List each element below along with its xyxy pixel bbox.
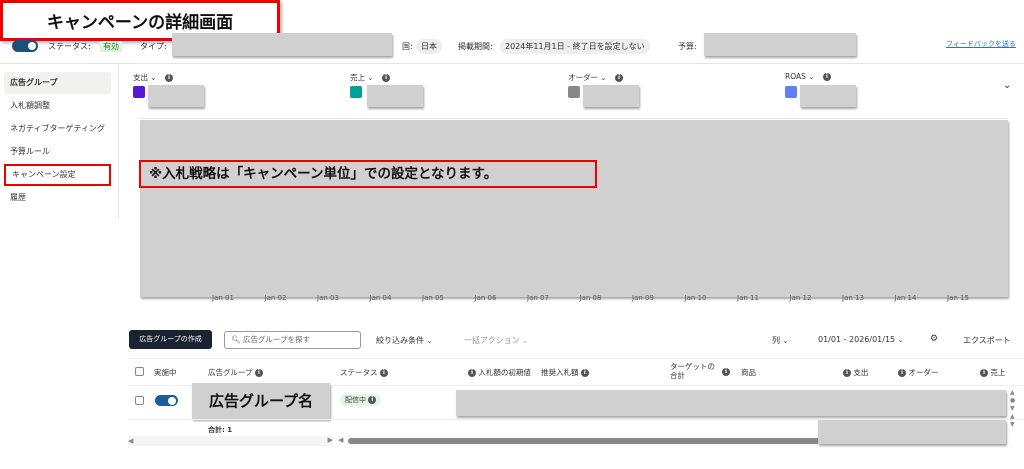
metric-sales[interactable]: 売上 ⌄ i <box>350 72 423 107</box>
vertical-scrollbar[interactable]: ▲ ● ▼ ▲ ▼ <box>1010 389 1015 429</box>
header-sales[interactable]: i 売上 <box>980 367 1005 378</box>
chevron-down-icon: ⌄ <box>808 73 815 81</box>
gear-icon[interactable]: ⚙ <box>930 334 938 344</box>
sidebar-item-history[interactable]: 履歴 <box>4 187 111 209</box>
sidebar-item-bid-adjustment[interactable]: 入札額調整 <box>4 95 111 117</box>
feedback-link[interactable]: フィードバックを送る <box>946 39 1016 49</box>
metric-orders[interactable]: オーダー ⌄ i <box>568 72 639 107</box>
bulk-action-dropdown[interactable]: 一括アクション ⌄ <box>464 335 528 346</box>
collapse-chevron-icon[interactable]: ⌄ <box>1003 80 1011 91</box>
period-label: 掲載期間: <box>458 42 493 51</box>
sidebar-item-negative-targeting[interactable]: ネガティブターゲティング <box>4 118 111 140</box>
chart-annotation: ※入札戦略は「キャンペーン単位」での設定となります。 <box>139 160 597 188</box>
header-initial-bid[interactable]: i 入札額の初期値 <box>468 367 531 378</box>
budget-label: 予算: <box>678 42 697 51</box>
x-tick-label: Jan 08 <box>579 294 602 302</box>
columns-dropdown[interactable]: 列 ⌄ <box>772 335 788 346</box>
x-tick-label: Jan 09 <box>632 294 654 302</box>
header-enabled[interactable]: 実施中 <box>154 367 177 378</box>
campaign-toggle[interactable] <box>12 40 38 52</box>
info-icon: i <box>164 73 173 82</box>
metric-roas[interactable]: ROAS ⌄ i <box>785 72 856 107</box>
x-tick-label: Jan 13 <box>842 294 864 302</box>
header-ad-group[interactable]: 広告グループ i <box>208 367 263 378</box>
status-badge: 有効 <box>100 41 122 52</box>
total-count: 合計: 1 <box>208 426 233 434</box>
header-spend[interactable]: i 支出 <box>843 367 868 378</box>
chart-area <box>140 120 1008 297</box>
header-products[interactable]: 商品 <box>741 367 756 378</box>
x-tick-label: Jan 01 <box>212 294 234 302</box>
metric-spend[interactable]: 支出 ⌄ i <box>133 72 204 107</box>
country-value: 日本 <box>416 39 442 54</box>
left-scrollbar[interactable]: ◀ ▶ <box>128 436 333 446</box>
info-icon: i <box>614 73 623 82</box>
search-input[interactable]: 🔍︎ 広告グループを探す <box>224 331 361 349</box>
info-icon: i <box>822 72 831 81</box>
x-tick-label: Jan 06 <box>474 294 497 302</box>
chevron-down-icon: ⌄ <box>150 74 157 82</box>
x-tick-label: Jan 07 <box>527 294 549 302</box>
ad-group-name[interactable]: 広告グループ名 <box>192 383 330 419</box>
status-label: ステータス: <box>48 42 91 51</box>
header-targets-total[interactable]: ターゲットの合計 <box>670 362 718 380</box>
type-label: タイプ: <box>140 42 167 51</box>
country-label: 国: <box>402 42 413 51</box>
info-icon: i <box>381 73 390 82</box>
x-tick-label: Jan 05 <box>422 294 444 302</box>
period-value: 2024年11月1日 - 終了日を設定しない <box>500 39 650 54</box>
select-all-checkbox[interactable] <box>135 367 144 376</box>
filter-dropdown[interactable]: 絞り込み条件 ⌄ <box>376 335 432 346</box>
divider <box>0 63 1024 64</box>
header-suggested-bid[interactable]: 推奨入札額 i <box>541 367 589 378</box>
x-tick-label: Jan 12 <box>789 294 812 302</box>
sidebar-item-ad-groups[interactable]: 広告グループ <box>4 72 111 94</box>
chevron-down-icon: ⌄ <box>600 74 607 82</box>
chevron-down-icon: ⌄ <box>367 74 374 82</box>
x-tick-label: Jan 14 <box>894 294 917 302</box>
horizontal-scrollbar-thumb[interactable] <box>348 438 838 444</box>
x-tick-label: Jan 04 <box>369 294 392 302</box>
x-tick-label: Jan 11 <box>737 294 759 302</box>
x-tick-label: Jan 15 <box>947 294 969 302</box>
date-range-dropdown[interactable]: 01/01 - 2026/01/15 ⌄ <box>818 335 904 344</box>
row-toggle[interactable] <box>155 395 178 406</box>
row-checkbox[interactable] <box>135 396 144 405</box>
sidebar-item-budget-rules[interactable]: 予算ルール <box>4 141 111 163</box>
create-ad-group-button[interactable]: 広告グループの作成 <box>129 330 212 349</box>
x-tick-label: Jan 03 <box>317 294 339 302</box>
x-tick-label: Jan 02 <box>264 294 287 302</box>
delivery-status-badge: 配信中 i <box>340 394 382 406</box>
header-status[interactable]: ステータス i <box>340 367 388 378</box>
export-button[interactable]: エクスポート <box>963 335 1011 346</box>
x-tick-label: Jan 10 <box>684 294 707 302</box>
header-orders[interactable]: i オーダー <box>898 367 938 378</box>
sidebar-item-campaign-settings[interactable]: キャンペーン設定 <box>4 164 111 186</box>
search-icon: 🔍︎ <box>231 335 241 344</box>
info-icon: i <box>722 368 730 376</box>
